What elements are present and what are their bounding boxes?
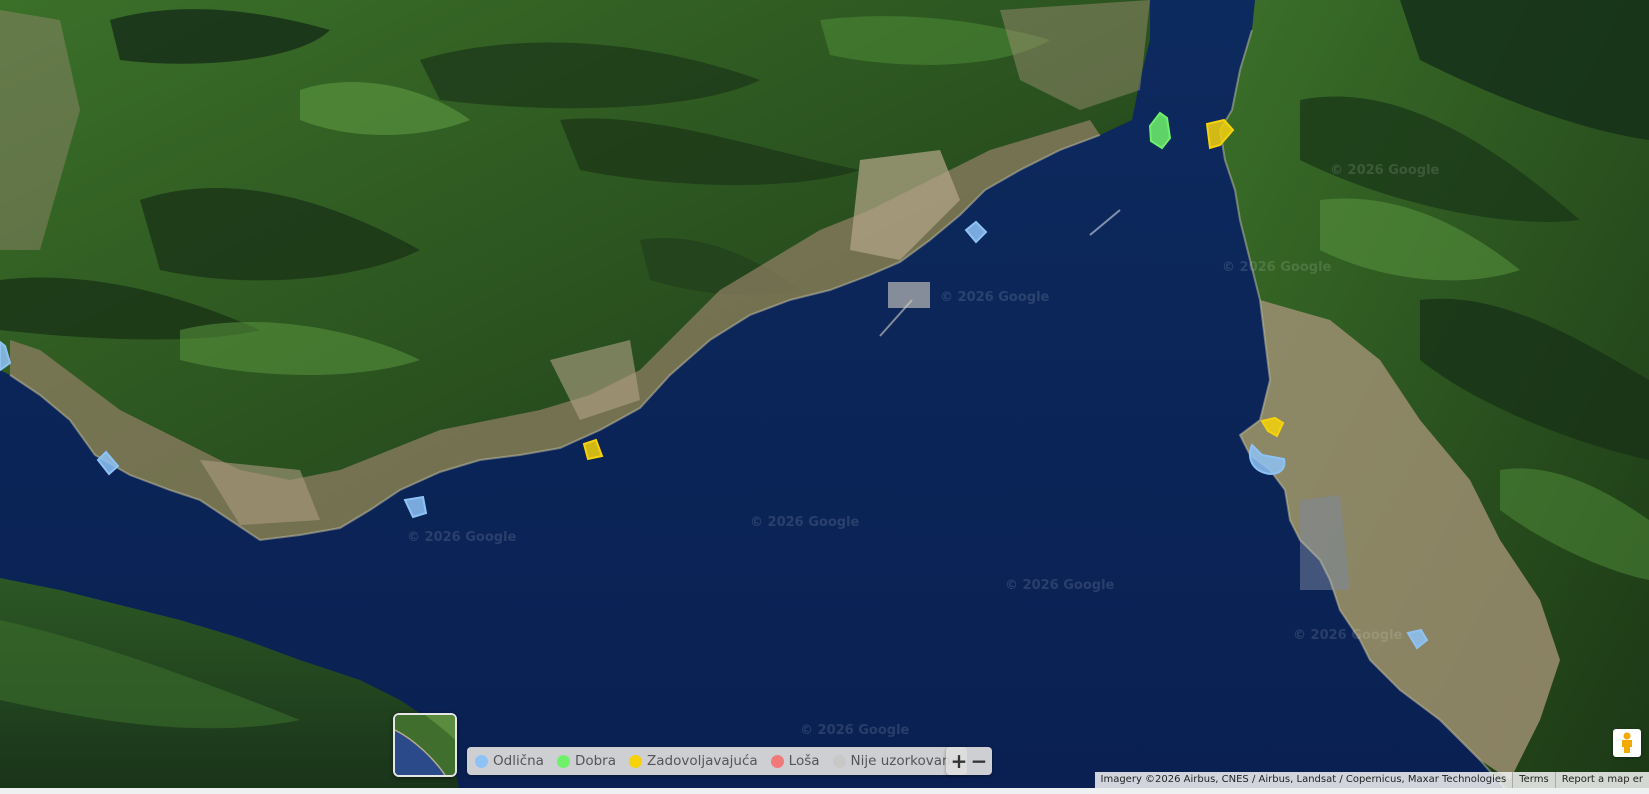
legend-item-dobra[interactable]: Dobra [556, 753, 617, 769]
map-attribution: Imagery ©2026 Airbus, CNES / Airbus, Lan… [1094, 772, 1649, 788]
street-view-pegman-icon [1622, 732, 1632, 753]
imagery-credit: Imagery ©2026 Airbus, CNES / Airbus, Lan… [1095, 772, 1514, 788]
street-view-pegman[interactable] [1613, 729, 1641, 757]
beach-marker-odlicna[interactable] [1249, 443, 1286, 476]
legend-color-dot [770, 754, 784, 768]
legend-label: Nije uzorkovano [850, 753, 959, 769]
report-error-link[interactable]: Report a map er [1556, 772, 1649, 788]
beach-marker-zadovoljavajuca[interactable] [1205, 118, 1235, 150]
legend-color-dot [832, 754, 846, 768]
zoom-out-button[interactable]: − [969, 747, 989, 775]
beach-marker-odlicna[interactable] [403, 495, 428, 519]
beach-marker-dobra[interactable] [1148, 111, 1172, 150]
beach-marker-odlicna[interactable] [964, 220, 988, 244]
beach-quality-legend: Odlična Dobra Zadovoljavajuća Loša Nije uzor… [467, 747, 967, 775]
legend-item-odlicna[interactable]: Odlična [475, 753, 544, 769]
map-type-thumbnail[interactable] [393, 713, 457, 777]
legend-label: Zadovoljavajuća [647, 753, 758, 769]
legend-color-dot [475, 754, 488, 768]
legend-color-dot [629, 754, 643, 768]
beach-marker-odlicna[interactable] [1406, 628, 1429, 650]
zoom-control: + − [946, 747, 992, 775]
legend-item-nije[interactable]: Nije uzorkovano [832, 753, 959, 769]
beach-marker-odlicna[interactable] [0, 340, 12, 372]
beach-marker-zadovoljavajuca[interactable] [1260, 416, 1285, 438]
beach-markers-layer [0, 111, 1429, 650]
legend-label: Loša [788, 753, 820, 769]
page-bottom-strip [0, 788, 1649, 794]
legend-item-losa[interactable]: Loša [770, 753, 820, 769]
zoom-in-button[interactable]: + [949, 747, 969, 775]
beach-marker-zadovoljavajuca[interactable] [582, 438, 604, 461]
legend-label: Odlična [493, 753, 544, 769]
legend-item-zadovoljavajuca[interactable]: Zadovoljavajuća [629, 753, 758, 769]
terms-link[interactable]: Terms [1513, 772, 1556, 788]
beach-marker-odlicna[interactable] [96, 450, 120, 476]
satellite-map[interactable]: © 2026 Google © 2026 Google © 2026 Googl… [0, 0, 1649, 794]
legend-label: Dobra [574, 753, 617, 769]
map-type-thumbnail-icon [395, 715, 455, 775]
legend-color-dot [556, 754, 570, 768]
